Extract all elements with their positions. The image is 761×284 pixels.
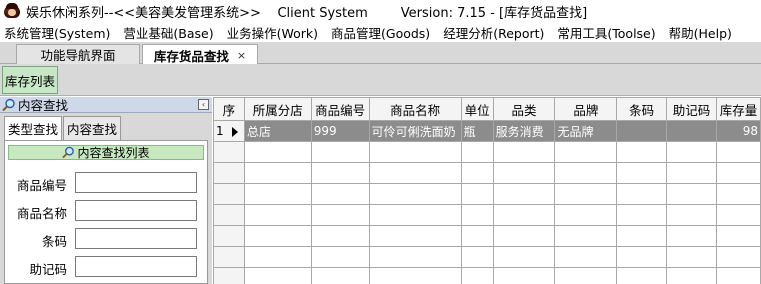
panel-title: 内容查找: [18, 98, 69, 113]
app-logo-icon: [4, 3, 20, 19]
tab-type-search[interactable]: 类型查找: [4, 116, 62, 140]
column-header-mnemonic[interactable]: 助记码: [666, 97, 717, 121]
barcode-input[interactable]: [75, 228, 197, 249]
mnemonic-input[interactable]: [75, 256, 197, 277]
mnemonic-cell[interactable]: [666, 120, 717, 142]
inventory-list-button[interactable]: 库存列表: [2, 66, 58, 94]
stock-qty-cell[interactable]: 98: [715, 120, 761, 142]
branch-cell[interactable]: 总店: [243, 120, 312, 142]
menu-system[interactable]: 系统管理(System): [4, 23, 110, 42]
product-name-row: 商品名称: [5, 200, 209, 222]
column-header-product-name[interactable]: 商品名称: [368, 97, 462, 121]
search-icon: [62, 146, 75, 159]
search-list-title: 内容查找列表: [77, 146, 150, 160]
table-header-row: 序 所属分店 商品编号 商品名称 单位 品类 品牌 条码 助记码 库存量: [213, 97, 761, 121]
column-header-barcode[interactable]: 条码: [616, 97, 668, 121]
search-form: 内容查找列表 商品编号 商品名称 条码 助记码: [4, 140, 208, 284]
table-row[interactable]: 1 总店 999 可伶可俐洗面奶 瓶 服务消费 无品牌 98: [213, 120, 761, 142]
barcode-label: 条码: [41, 234, 67, 249]
column-header-product-code[interactable]: 商品编号: [310, 97, 370, 121]
table-row[interactable]: [213, 267, 761, 284]
row-number: 1: [216, 124, 224, 138]
table-row[interactable]: [213, 225, 761, 247]
sub-toolbar: 库存列表: [0, 64, 761, 96]
current-row-indicator-icon: [232, 127, 238, 137]
document-tab-strip: 功能导航界面 库存货品查找 ×: [0, 42, 761, 65]
product-code-cell[interactable]: 999: [310, 120, 370, 142]
menu-bar: 系统管理(System) 营业基础(Base) 业务操作(Work) 商品管理(…: [0, 22, 761, 42]
brand-cell[interactable]: 无品牌: [554, 120, 618, 142]
category-cell[interactable]: 服务消费: [492, 120, 556, 142]
table-row[interactable]: [213, 246, 761, 268]
product-code-label: 商品编号: [16, 178, 67, 193]
column-header-stock-qty[interactable]: 库存量: [715, 97, 761, 121]
collapse-panel-icon[interactable]: ‹: [198, 99, 209, 110]
product-name-input[interactable]: [75, 200, 197, 221]
barcode-cell[interactable]: [616, 120, 668, 142]
row-number-cell[interactable]: 1: [213, 120, 245, 142]
menu-work[interactable]: 业务操作(Work): [227, 23, 318, 42]
menu-help[interactable]: 帮助(Help): [669, 23, 732, 42]
tab-function-navigation[interactable]: 功能导航界面: [16, 44, 140, 64]
product-name-cell[interactable]: 可伶可俐洗面奶: [368, 120, 462, 142]
tab-content-search[interactable]: 内容查找: [63, 116, 121, 140]
panel-body: 类型查找 内容查找 内容查找列表 商品编号 商品名称 条码 助记码: [0, 113, 212, 284]
column-header-branch[interactable]: 所属分店: [243, 97, 312, 121]
title-bar: 娱乐休闲系列--<<美容美发管理系统>> Client System Versi…: [0, 0, 761, 22]
menu-report[interactable]: 经理分析(Report): [443, 23, 544, 42]
inventory-grid: 序 所属分店 商品编号 商品名称 单位 品类 品牌 条码 助记码 库存量 1 总…: [213, 97, 761, 284]
column-header-unit[interactable]: 单位: [460, 97, 494, 121]
window-title: 娱乐休闲系列--<<美容美发管理系统>> Client System Versi…: [26, 5, 588, 21]
menu-goods[interactable]: 商品管理(Goods): [331, 23, 430, 42]
product-code-input[interactable]: [75, 172, 197, 193]
barcode-row: 条码: [5, 228, 209, 250]
mnemonic-label: 助记码: [29, 262, 67, 277]
unit-cell[interactable]: 瓶: [460, 120, 494, 142]
menu-base[interactable]: 营业基础(Base): [123, 23, 213, 42]
inventory-table: 序 所属分店 商品编号 商品名称 单位 品类 品牌 条码 助记码 库存量 1 总…: [213, 97, 761, 284]
product-name-label: 商品名称: [16, 206, 67, 221]
mnemonic-row: 助记码: [5, 256, 209, 278]
column-header-brand[interactable]: 品牌: [554, 97, 618, 121]
table-row[interactable]: [213, 204, 761, 226]
tab-inventory-search[interactable]: 库存货品查找 ×: [142, 44, 258, 65]
close-icon[interactable]: ×: [237, 49, 246, 62]
search-icon: [2, 98, 16, 112]
tab-label: 库存货品查找: [153, 48, 229, 64]
column-header-seq[interactable]: 序: [213, 97, 245, 121]
panel-header: 内容查找 ‹: [0, 97, 212, 113]
menu-tools[interactable]: 常用工具(Toolse): [557, 23, 655, 42]
table-row[interactable]: [213, 162, 761, 184]
content-search-panel: 内容查找 ‹ 类型查找 内容查找 内容查找列表 商品编号 商品名称 条码 助记码: [0, 97, 212, 284]
table-row[interactable]: [213, 141, 761, 163]
table-row[interactable]: [213, 183, 761, 205]
column-header-category[interactable]: 品类: [492, 97, 556, 121]
product-code-row: 商品编号: [5, 172, 209, 194]
search-list-header: 内容查找列表: [8, 145, 204, 160]
tab-label: 功能导航界面: [40, 48, 116, 63]
